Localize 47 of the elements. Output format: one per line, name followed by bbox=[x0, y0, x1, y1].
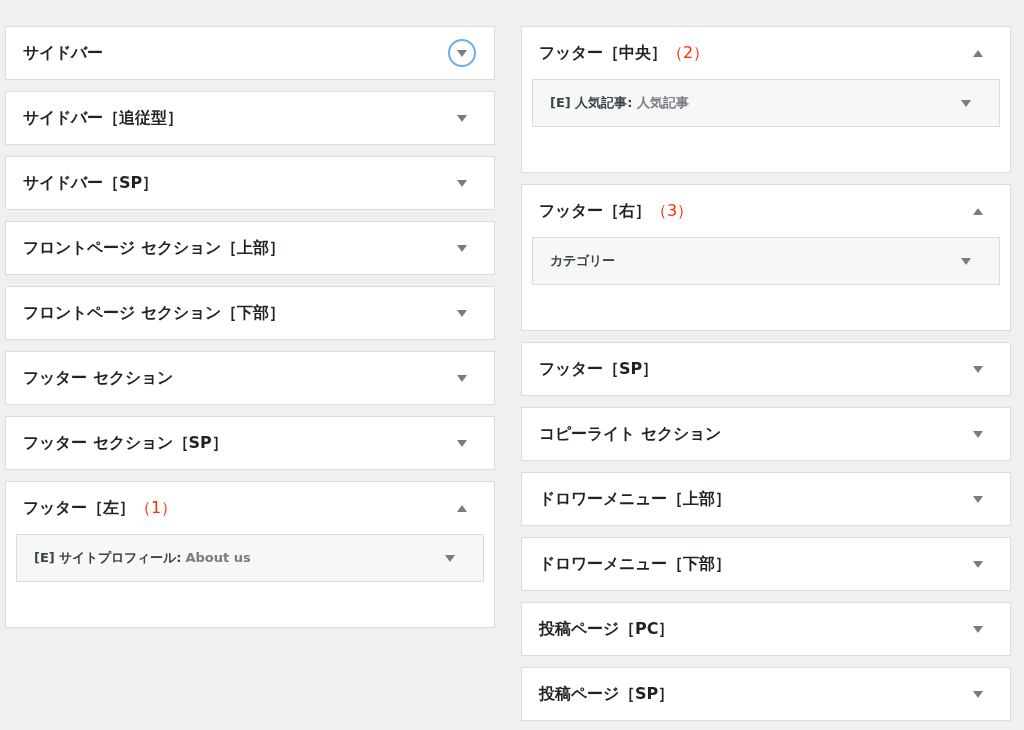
widget-area-title: フッター［右］ bbox=[539, 200, 651, 222]
widget-subtitle: 人気記事 bbox=[636, 94, 689, 113]
expand-arrow-icon bbox=[973, 560, 983, 568]
expand-arrow-icon bbox=[973, 690, 983, 698]
expand-arrow-icon bbox=[457, 114, 467, 122]
widget-area-title: フロントページ セクション［下部］ bbox=[23, 302, 285, 324]
expand-arrow-icon bbox=[973, 430, 983, 438]
widget-area-title: ドロワーメニュー［上部］ bbox=[539, 488, 731, 510]
widget-item[interactable]: [E] サイトプロフィール: About us bbox=[16, 534, 484, 582]
collapse-arrow-icon bbox=[973, 207, 983, 215]
collapse-arrow-icon bbox=[457, 504, 467, 512]
expand-arrow-icon bbox=[973, 625, 983, 633]
widget-count: （3） bbox=[651, 200, 694, 222]
expand-arrow-icon bbox=[457, 179, 467, 187]
widget-title: カテゴリー bbox=[550, 252, 615, 271]
widget-area-title: コピーライト セクション bbox=[539, 423, 721, 445]
expand-arrow-icon bbox=[457, 439, 467, 447]
widget-area-title: サイドバー［追従型］ bbox=[23, 107, 183, 129]
expand-arrow-icon bbox=[457, 309, 467, 317]
widget-area-title: フロントページ セクション［上部］ bbox=[23, 237, 285, 259]
widget-area-title: ドロワーメニュー［下部］ bbox=[539, 553, 731, 575]
expand-arrow-icon bbox=[445, 554, 455, 562]
widget-item[interactable]: [E] 人気記事: 人気記事 bbox=[532, 79, 1000, 127]
widget-area-title: 投稿ページ［PC］ bbox=[539, 618, 675, 640]
widget-area-title: サイドバー［SP］ bbox=[23, 172, 159, 194]
widget-area-title: サイドバー bbox=[23, 42, 103, 64]
widget-area-title: フッター セクション［SP］ bbox=[23, 432, 228, 454]
widget-count: （2） bbox=[667, 42, 710, 64]
widget-title: [E] サイトプロフィール: bbox=[34, 549, 182, 568]
widget-area-title: フッター［左］ bbox=[23, 497, 135, 519]
widget-area-title: フッター セクション bbox=[23, 367, 173, 389]
expand-arrow-icon bbox=[457, 374, 467, 382]
widget-item[interactable]: カテゴリー bbox=[532, 237, 1000, 285]
widget-area-title: フッター［中央］ bbox=[539, 42, 667, 64]
widget-title: [E] 人気記事: bbox=[550, 94, 633, 113]
expand-arrow-icon bbox=[961, 99, 971, 107]
collapse-arrow-icon bbox=[973, 49, 983, 57]
toggle-button[interactable] bbox=[448, 39, 476, 67]
expand-arrow-icon bbox=[457, 49, 467, 57]
expand-arrow-icon bbox=[961, 257, 971, 265]
widget-area-title: 投稿ページ［SP］ bbox=[539, 683, 675, 705]
widget-area-title: フッター［SP］ bbox=[539, 358, 659, 380]
expand-arrow-icon bbox=[457, 244, 467, 252]
widget-subtitle: About us bbox=[185, 549, 251, 568]
widget-count: （1） bbox=[135, 497, 178, 519]
expand-arrow-icon bbox=[973, 365, 983, 373]
expand-arrow-icon bbox=[973, 495, 983, 503]
